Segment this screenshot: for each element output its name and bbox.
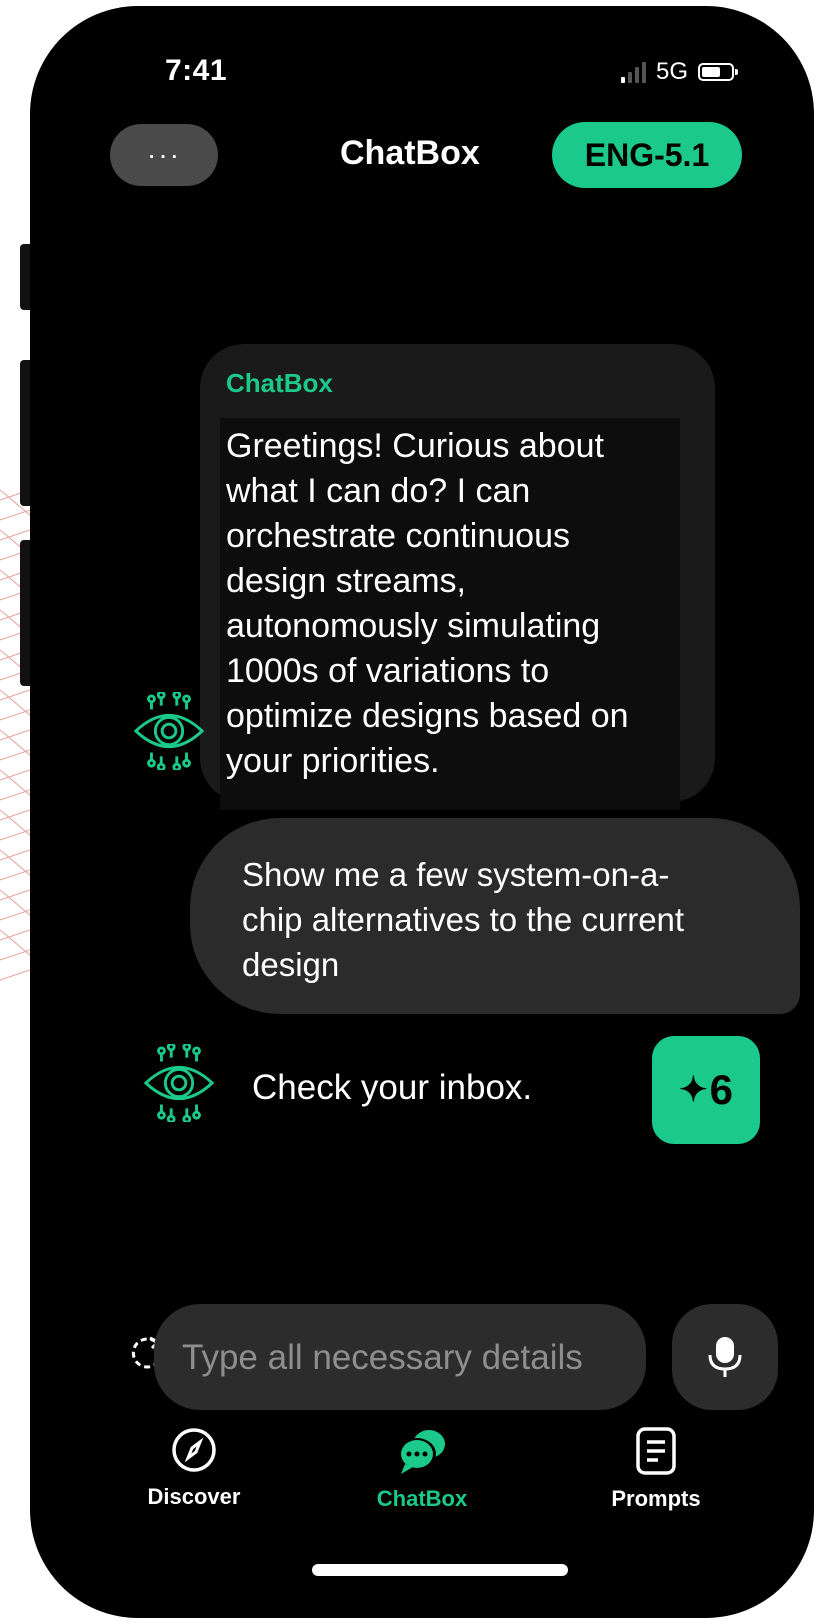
- tab-discover[interactable]: Discover: [114, 1426, 274, 1510]
- bot-reply-text: Check your inbox.: [252, 1068, 533, 1107]
- compass-icon: [172, 1428, 216, 1472]
- sparkle-count: 6: [709, 1066, 733, 1113]
- user-message-text: Show me a few system-on-a-chip alternati…: [242, 856, 685, 983]
- tab-label-chatbox: ChatBox: [376, 1486, 468, 1511]
- bot-avatar-eye-icon: [143, 1044, 215, 1122]
- bot-message-text: Greetings! Curious about what I can do? …: [226, 427, 629, 780]
- status-time: 7:41: [165, 54, 228, 87]
- bot-sender-name: ChatBox: [226, 368, 333, 398]
- bottom-tab-bar: Discover ChatBox Prompts: [30, 1426, 814, 1546]
- tab-chatbox[interactable]: ChatBox: [342, 1426, 502, 1512]
- tab-prompts[interactable]: Prompts: [576, 1426, 736, 1512]
- microphone-icon: [708, 1337, 742, 1377]
- chat-bubbles-icon: [398, 1430, 445, 1474]
- model-version-badge[interactable]: ENG-5.1: [552, 122, 742, 188]
- message-input[interactable]: [180, 1326, 634, 1390]
- phone-screen: 7:41 5G ··· ChatBox ENG-5.1 ChatBox Gree…: [30, 6, 814, 1618]
- document-icon: [636, 1427, 676, 1475]
- sparkle-count-button[interactable]: ✦ 6: [652, 1036, 760, 1144]
- page-title: ChatBox: [340, 134, 480, 172]
- home-indicator[interactable]: [312, 1564, 568, 1576]
- signal-icon: [620, 61, 646, 83]
- sparkle-icon: ✦: [679, 1071, 708, 1109]
- network-label: 5G: [655, 58, 688, 85]
- more-options-button[interactable]: ···: [110, 124, 218, 186]
- tab-label-discover: Discover: [147, 1484, 241, 1509]
- bot-avatar-eye-icon: [133, 692, 205, 770]
- battery-icon: [698, 63, 738, 81]
- status-indicators: 5G: [620, 58, 738, 86]
- microphone-button[interactable]: [672, 1304, 778, 1410]
- tab-label-prompts: Prompts: [611, 1486, 701, 1511]
